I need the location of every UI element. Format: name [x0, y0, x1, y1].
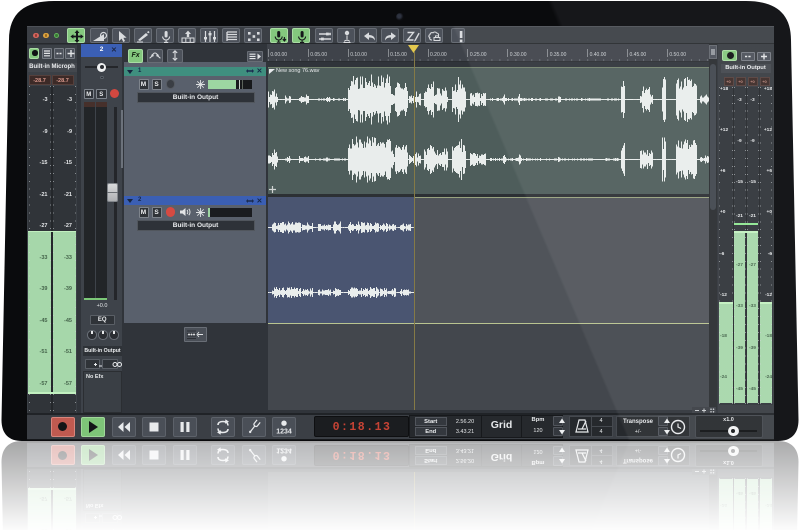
svg-text:1234: 1234: [276, 428, 292, 435]
